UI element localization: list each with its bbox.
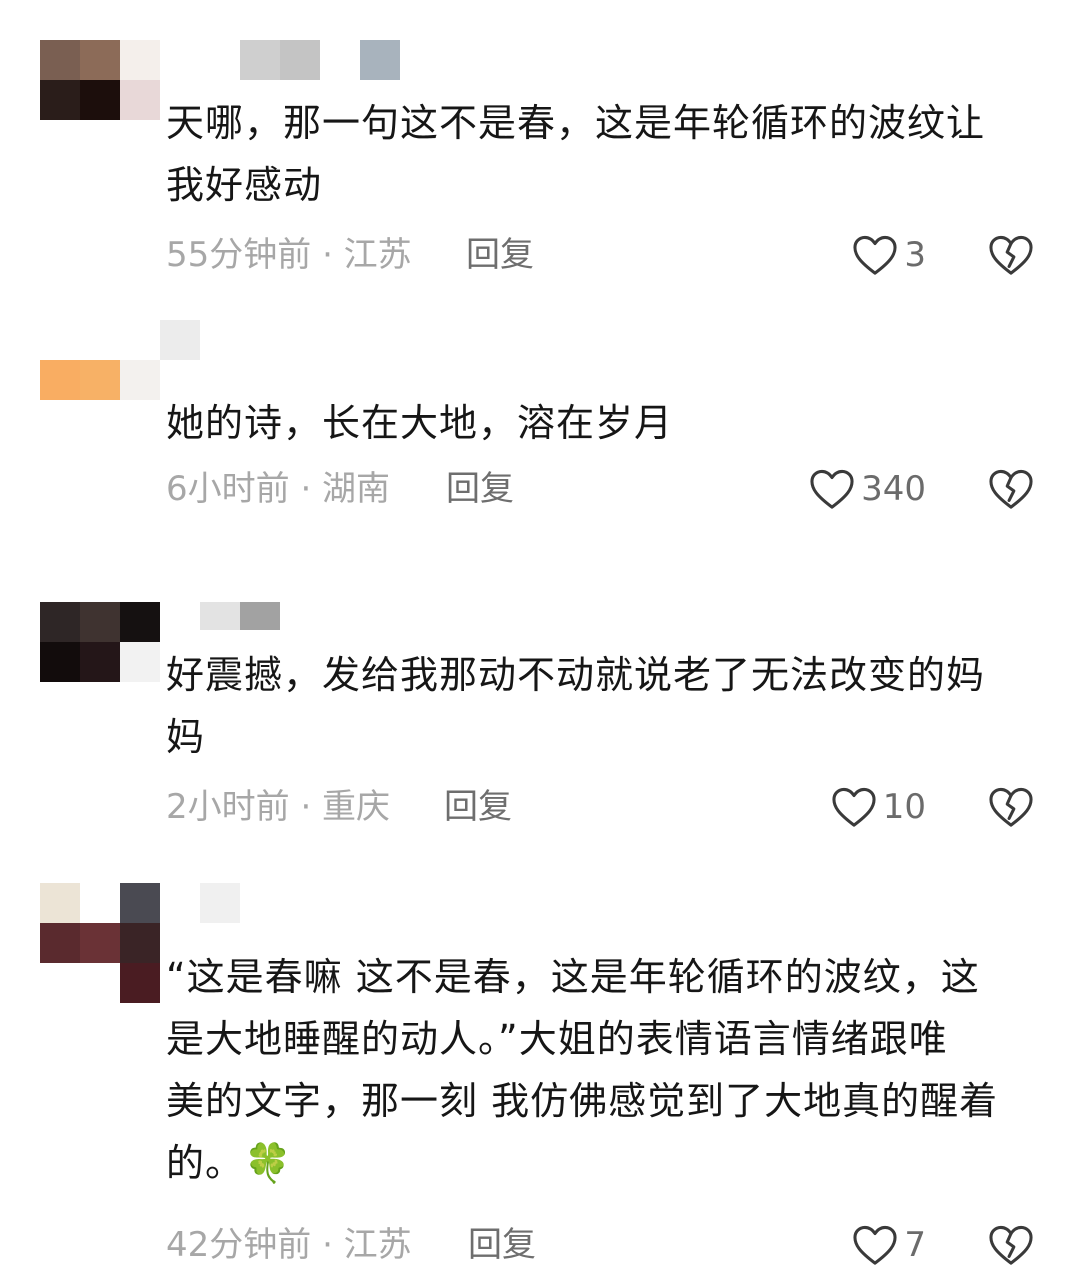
like-count: 7 [904,1225,926,1265]
username-censored[interactable] [240,40,405,80]
broken-heart-icon [989,469,1033,509]
like-button[interactable]: 10 [826,782,926,832]
comment-item: 天哪，那一句这不是春，这是年轮循环的波纹让 我好感动 55分钟前 · 江苏 回复… [0,0,1080,300]
comment-time-location: 55分钟前 · 江苏 [166,235,412,275]
like-count: 10 [882,787,926,827]
broken-heart-icon [989,787,1033,827]
dislike-button[interactable] [986,1220,1036,1270]
reply-button[interactable]: 回复 [468,1220,536,1270]
comment-time-location: 2小时前 · 重庆 [166,787,391,827]
like-count: 340 [861,469,926,509]
heart-outline-icon [810,469,854,509]
comment-item: 她的诗，长在大地，溶在岁月 6小时前 · 湖南 回复 340 [0,300,1080,560]
like-button[interactable]: 3 [816,230,926,280]
comment-text: 她的诗，长在大地，溶在岁月 [166,401,674,445]
avatar[interactable] [40,40,160,120]
comment-time-location: 6小时前 · 湖南 [166,469,391,509]
broken-heart-icon [989,1225,1033,1265]
avatar[interactable] [40,602,160,682]
comment-time-location: 42分钟前 · 江苏 [166,1225,412,1265]
like-count: 3 [904,235,926,275]
comment-text: 好震撼，发给我那动不动就说老了无法改变的妈 妈 [166,653,986,759]
heart-outline-icon [853,1225,897,1265]
like-button[interactable]: 7 [836,1220,926,1270]
comment-text: “这是春嘛 这不是春，这是年轮循环的波纹，这 是大地睡醒的动人。”大姐的表情语言… [166,955,999,1185]
dislike-button[interactable] [986,782,1036,832]
dislike-button[interactable] [986,230,1036,280]
comment-item: 好震撼，发给我那动不动就说老了无法改变的妈 妈 2小时前 · 重庆 回复 10 [0,560,1080,880]
heart-outline-icon [832,787,876,827]
reply-button[interactable]: 回复 [466,230,534,280]
username-censored[interactable] [200,883,245,923]
comment-text: 天哪，那一句这不是春，这是年轮循环的波纹让 我好感动 [166,101,986,207]
reply-button[interactable]: 回复 [444,782,512,832]
username-censored[interactable] [200,602,285,642]
dislike-button[interactable] [986,464,1036,514]
username-censored[interactable] [160,320,240,360]
like-button[interactable]: 340 [802,464,926,514]
heart-outline-icon [853,235,897,275]
reply-button[interactable]: 回复 [446,464,514,514]
broken-heart-icon [989,235,1033,275]
avatar[interactable] [40,320,160,400]
avatar[interactable] [40,883,160,1003]
comment-item: “这是春嘛 这不是春，这是年轮循环的波纹，这 是大地睡醒的动人。”大姐的表情语言… [0,880,1080,1285]
